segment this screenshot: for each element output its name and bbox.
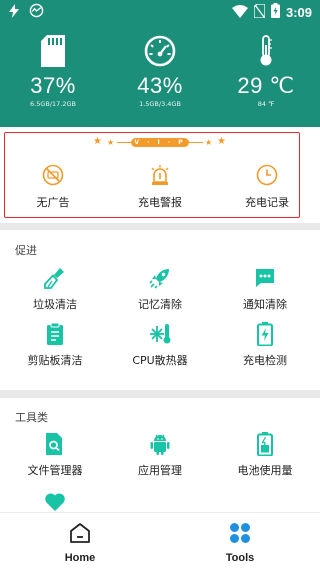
clock-icon <box>217 163 317 187</box>
star-icon: ★ <box>107 138 115 147</box>
snowflake-thermometer-icon <box>105 322 215 346</box>
storage-detail: 6.5GB/17.2GB <box>30 100 76 108</box>
file-search-icon <box>0 432 110 456</box>
broom-icon <box>0 266 110 290</box>
file-manager-label: 文件管理器 <box>27 464 83 477</box>
heart-icon <box>0 490 110 514</box>
charge-alarm-button[interactable]: 充电警报 <box>110 163 210 210</box>
temperature-fahrenheit: 84 ℉ <box>257 100 275 108</box>
wifi-icon <box>231 3 248 22</box>
status-bar: 3:09 <box>0 0 320 24</box>
junk-clean-button[interactable]: 垃圾清洁 <box>0 266 110 312</box>
temperature-stat[interactable]: 29 ℃ 84 ℉ <box>216 32 316 108</box>
charge-record-label: 充电记录 <box>245 196 289 209</box>
star-icon: ★ <box>93 136 102 147</box>
section-title: 工具类 <box>15 411 48 424</box>
tools-section: 工具类 文件管理器 应用管理 电池使用量 <box>0 398 320 512</box>
speedometer-icon <box>110 32 210 70</box>
battery-usage-icon <box>210 432 320 456</box>
rocket-icon <box>105 266 215 290</box>
home-icon <box>40 519 120 547</box>
charge-alarm-label: 充电警报 <box>138 196 182 209</box>
temperature-celsius: 29 ℃ <box>237 73 295 98</box>
header: 3:09 37% 6.5GB/17.2GB 43% 1.5GB/3.4GB 29… <box>0 0 320 127</box>
android-icon <box>105 432 215 456</box>
section-title: 促进 <box>15 244 37 257</box>
boost-section: 促进 垃圾清洁 记忆清除 通知清除 剪贴板清洁 CPU散热器 充电检测 <box>0 230 320 390</box>
app-manager-button[interactable]: 应用管理 <box>105 432 215 478</box>
sd-card-icon <box>3 32 103 70</box>
clipboard-clean-button[interactable]: 剪贴板清洁 <box>0 322 110 368</box>
clipboard-icon <box>0 322 110 346</box>
star-icon: ★ <box>205 138 213 147</box>
no-ads-icon <box>3 163 103 187</box>
clipboard-clean-label: 剪贴板清洁 <box>27 354 83 367</box>
no-ads-label: 无广告 <box>36 196 70 209</box>
nav-tools-label: Tools <box>225 552 255 564</box>
notification-clean-label: 通知清除 <box>243 298 287 311</box>
thermometer-icon <box>216 32 316 70</box>
ribbon-line <box>117 142 131 143</box>
app-manager-label: 应用管理 <box>138 464 182 477</box>
storage-percent: 37% <box>30 73 76 98</box>
battery-charging-icon <box>270 3 280 22</box>
charge-detect-label: 充电检测 <box>243 354 287 367</box>
vip-ribbon: ★ ★ V · I · P ★ ★ <box>93 135 227 149</box>
battery-check-icon <box>210 322 320 346</box>
favorite-button[interactable] <box>0 490 110 514</box>
vip-badge: V · I · P <box>131 138 189 147</box>
no-ads-button[interactable]: 无广告 <box>3 163 103 210</box>
star-icon: ★ <box>217 136 226 147</box>
memory-percent: 43% <box>137 73 183 98</box>
nav-home-label: Home <box>64 552 96 564</box>
memory-stat[interactable]: 43% 1.5GB/3.4GB <box>110 32 210 108</box>
alarm-light-icon <box>110 163 210 187</box>
bottom-nav: Home Tools <box>0 512 320 568</box>
nav-home[interactable]: Home <box>40 519 120 564</box>
storage-stat[interactable]: 37% 6.5GB/17.2GB <box>3 32 103 108</box>
battery-usage-button[interactable]: 电池使用量 <box>210 432 320 478</box>
vip-card: ★ ★ V · I · P ★ ★ 无广告 充电警报 充电记录 <box>0 127 320 223</box>
junk-clean-label: 垃圾清洁 <box>33 298 77 311</box>
chat-dots-icon <box>210 266 320 290</box>
charge-record-button[interactable]: 充电记录 <box>217 163 317 210</box>
cpu-cooler-button[interactable]: CPU散热器 <box>105 322 215 368</box>
charge-detect-button[interactable]: 充电检测 <box>210 322 320 368</box>
status-time: 3:09 <box>285 5 312 20</box>
battery-usage-label: 电池使用量 <box>237 464 293 477</box>
file-manager-button[interactable]: 文件管理器 <box>0 432 110 478</box>
flash-icon <box>9 3 19 22</box>
cpu-cooler-label: CPU散热器 <box>132 354 188 367</box>
notification-clean-button[interactable]: 通知清除 <box>210 266 320 312</box>
ribbon-line <box>189 142 203 143</box>
speedometer-icon <box>29 3 44 22</box>
memory-detail: 1.5GB/3.4GB <box>139 100 181 108</box>
memory-clean-label: 记忆清除 <box>138 298 182 311</box>
tools-grid-icon <box>200 519 280 547</box>
memory-clean-button[interactable]: 记忆清除 <box>105 266 215 312</box>
nav-tools[interactable]: Tools <box>200 519 280 564</box>
no-sim-icon <box>253 3 266 22</box>
